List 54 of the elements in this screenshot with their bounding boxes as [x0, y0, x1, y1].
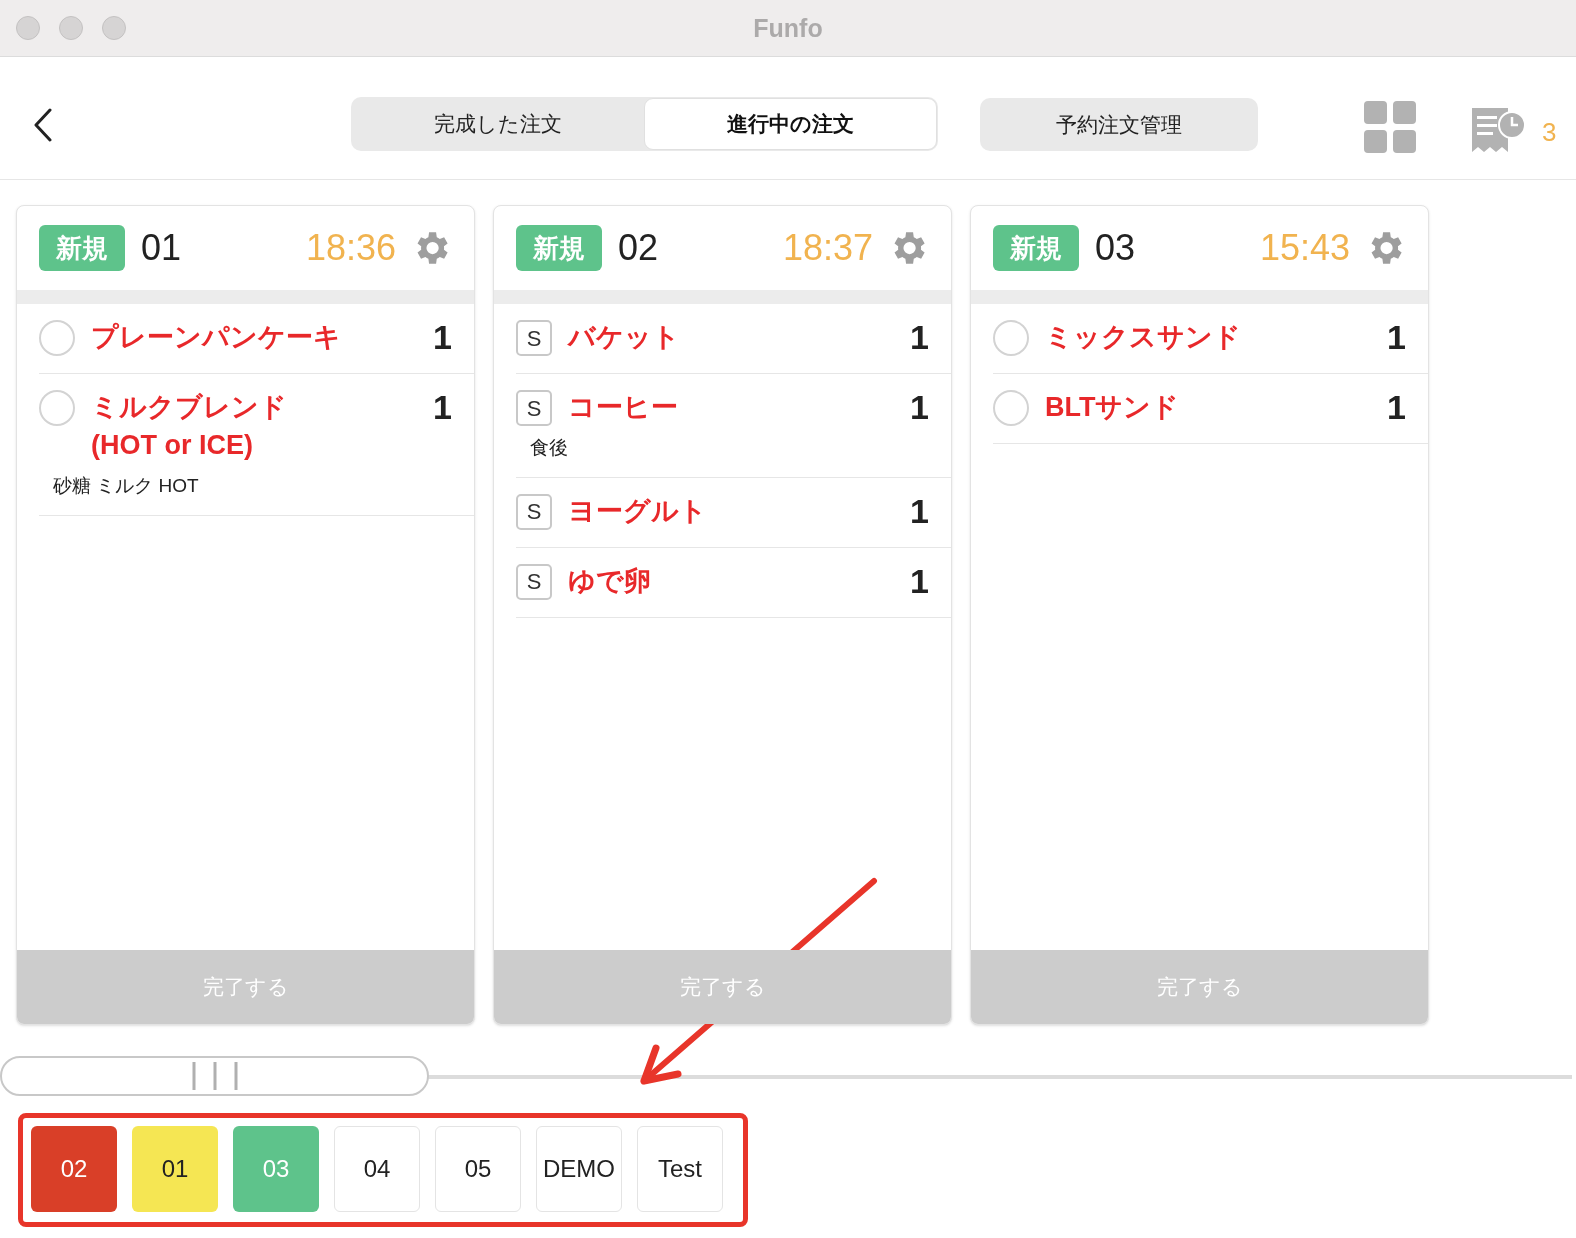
item-quantity: 1	[910, 561, 929, 600]
order-time: 18:36	[305, 226, 396, 270]
item-note: 食後	[530, 436, 568, 460]
item-checkbox[interactable]	[993, 320, 1029, 356]
table-button[interactable]: Test	[637, 1126, 723, 1212]
receipt-clock-icon[interactable]	[1470, 106, 1526, 154]
item-quantity: 1	[1387, 318, 1406, 356]
size-tag: S	[516, 390, 552, 426]
back-chevron-icon	[33, 108, 53, 142]
close-window-button[interactable]	[16, 16, 40, 40]
item-quantity: 1	[433, 318, 452, 356]
order-tab[interactable]: 進行中の注文	[643, 98, 937, 150]
item-name: ミルクブレンド (HOT or ICE)	[91, 391, 287, 462]
size-tag: S	[516, 493, 552, 530]
grip-lines-icon	[190, 1062, 239, 1090]
table-button[interactable]: DEMO	[536, 1126, 622, 1212]
item-quantity: 1	[910, 318, 929, 356]
item-quantity: 1	[1387, 388, 1406, 426]
item-checkbox[interactable]	[39, 390, 75, 426]
scrollbar-thumb[interactable]	[0, 1056, 429, 1096]
item-quantity: 1	[910, 491, 929, 530]
item-name: コーヒー	[568, 391, 678, 424]
reservation-management-button[interactable]: 予約注文管理	[980, 98, 1258, 151]
receipt-count: 3	[1542, 116, 1557, 149]
size-tag: S	[516, 320, 552, 356]
table-number: 02	[618, 226, 659, 270]
order-time: 18:37	[782, 226, 873, 270]
item-name: ヨーグルト	[568, 494, 707, 528]
size-tag: S	[516, 563, 552, 600]
new-badge: 新規	[39, 225, 125, 271]
item-checkbox[interactable]	[993, 390, 1029, 426]
table-number: 03	[1095, 226, 1136, 270]
item-checkbox[interactable]	[39, 320, 75, 356]
order-tab[interactable]: 完成した注文	[352, 98, 644, 150]
new-badge: 新規	[516, 225, 602, 271]
item-quantity: 1	[910, 388, 929, 426]
table-button[interactable]: 01	[132, 1126, 218, 1212]
item-quantity: 1	[433, 388, 452, 426]
item-name: ミックスサンド	[1045, 321, 1241, 354]
grid-icon[interactable]	[1364, 101, 1416, 153]
new-badge: 新規	[993, 225, 1079, 271]
minimize-window-button[interactable]	[59, 16, 83, 40]
order-time: 15:43	[1259, 226, 1350, 270]
item-name: BLTサンド	[1045, 391, 1180, 424]
zoom-window-button[interactable]	[102, 16, 126, 40]
item-name: プレーンパンケーキ	[91, 321, 341, 354]
table-number: 01	[141, 226, 182, 270]
item-name: ゆで卵	[568, 564, 651, 598]
item-name: バケット	[568, 321, 680, 354]
table-button[interactable]: 05	[435, 1126, 521, 1212]
table-button[interactable]: 02	[31, 1126, 117, 1212]
window-title: Funfo	[753, 12, 823, 44]
table-button[interactable]: 04	[334, 1126, 420, 1212]
item-note: 砂糖 ミルク HOT	[53, 474, 199, 498]
